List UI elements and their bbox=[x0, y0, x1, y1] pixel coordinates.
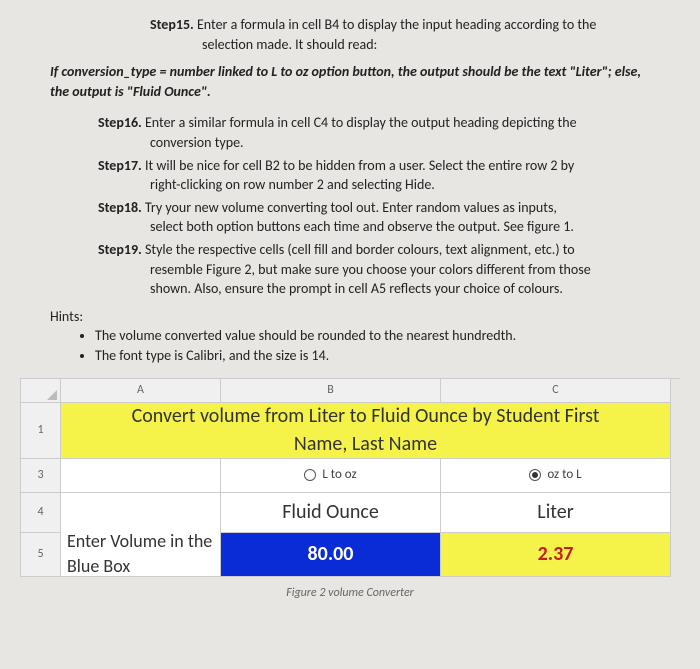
step18-text1: Try your new volume converting tool out.… bbox=[145, 199, 557, 216]
row-1: 1 Convert volume from Liter to Fluid Oun… bbox=[21, 403, 680, 459]
step18-text2: select both option buttons each time and… bbox=[150, 218, 574, 235]
row-header-5[interactable]: 5 bbox=[21, 533, 61, 577]
step15-text2: selection made. It should read: bbox=[150, 35, 377, 55]
col-header-row: A B C bbox=[21, 379, 680, 403]
option-oz-to-l: oz to L bbox=[547, 466, 581, 484]
step17-text1: It will be nice for cell B2 to be hidden… bbox=[145, 157, 574, 174]
row-header-3[interactable]: 3 bbox=[21, 459, 61, 493]
cell-a4[interactable] bbox=[61, 493, 221, 533]
title-line1: Convert volume from Liter to Fluid Ounce… bbox=[132, 402, 600, 430]
cell-b5[interactable]: 80.00 bbox=[221, 533, 441, 577]
step16-text1: Enter a similar formula in cell C4 to di… bbox=[145, 114, 577, 131]
step15-block: Step15. Enter a formula in cell B4 to di… bbox=[20, 15, 680, 54]
option-l-to-oz: L to oz bbox=[322, 466, 356, 484]
cell-c5[interactable]: 2.37 bbox=[441, 533, 671, 577]
hint-1: The volume converted value should be rou… bbox=[95, 326, 680, 346]
step19-text1: Style the respective cells (cell fill an… bbox=[145, 241, 575, 258]
col-header-b[interactable]: B bbox=[221, 379, 441, 403]
cell-a5[interactable]: Enter Volume in the Blue Box bbox=[61, 533, 221, 577]
radio-l-to-oz-icon[interactable] bbox=[304, 469, 316, 481]
step19-text2: resemble Figure 2, but make sure you cho… bbox=[150, 261, 591, 278]
row-5: 5 Enter Volume in the Blue Box 80.00 2.3… bbox=[21, 533, 680, 577]
hint-2: The font type is Calibri, and the size i… bbox=[95, 346, 680, 366]
hints-label: Hints: bbox=[50, 307, 680, 327]
cell-c3[interactable]: oz to L bbox=[441, 459, 671, 493]
step18-block: Step18. Try your new volume converting t… bbox=[20, 198, 680, 237]
cell-a3[interactable] bbox=[61, 459, 221, 493]
step18-label: Step18. bbox=[98, 199, 142, 216]
cell-b3[interactable]: L to oz bbox=[221, 459, 441, 493]
step16-block: Step16. Enter a similar formula in cell … bbox=[20, 113, 680, 152]
row-3: 3 L to oz oz to L bbox=[21, 459, 680, 493]
row-header-4[interactable]: 4 bbox=[21, 493, 61, 533]
step17-label: Step17. bbox=[98, 157, 142, 174]
italic-conditional: If conversion_type = number linked to L … bbox=[50, 62, 650, 101]
cell-b4[interactable]: Fluid Ounce bbox=[221, 493, 441, 533]
step15-text1: Enter a formula in cell B4 to display th… bbox=[197, 16, 596, 33]
row-4: 4 Fluid Ounce Liter bbox=[21, 493, 680, 533]
cell-c4[interactable]: Liter bbox=[441, 493, 671, 533]
step15-label: Step15. bbox=[150, 16, 194, 33]
title-cell[interactable]: Convert volume from Liter to Fluid Ounce… bbox=[61, 403, 671, 459]
step19-text3: shown. Also, ensure the prompt in cell A… bbox=[150, 280, 563, 297]
hints-list: The volume converted value should be rou… bbox=[95, 326, 680, 365]
sheet-corner[interactable] bbox=[21, 379, 61, 403]
step16-text2: conversion type. bbox=[150, 134, 244, 151]
spreadsheet: A B C 1 Convert volume from Liter to Flu… bbox=[20, 378, 680, 577]
step19-block: Step19. Style the respective cells (cell… bbox=[20, 240, 680, 299]
step16-label: Step16. bbox=[98, 114, 142, 131]
step17-block: Step17. It will be nice for cell B2 to b… bbox=[20, 156, 680, 195]
radio-oz-to-l-icon[interactable] bbox=[529, 469, 541, 481]
step17-text2: right-clicking on row number 2 and selec… bbox=[150, 176, 435, 193]
figure-caption: Figure 2 volume Converter bbox=[20, 585, 680, 602]
row-header-1[interactable]: 1 bbox=[21, 403, 61, 459]
step19-label: Step19. bbox=[98, 241, 142, 258]
col-header-c[interactable]: C bbox=[441, 379, 671, 403]
title-line2: Name, Last Name bbox=[294, 430, 437, 458]
col-header-a[interactable]: A bbox=[61, 379, 221, 403]
